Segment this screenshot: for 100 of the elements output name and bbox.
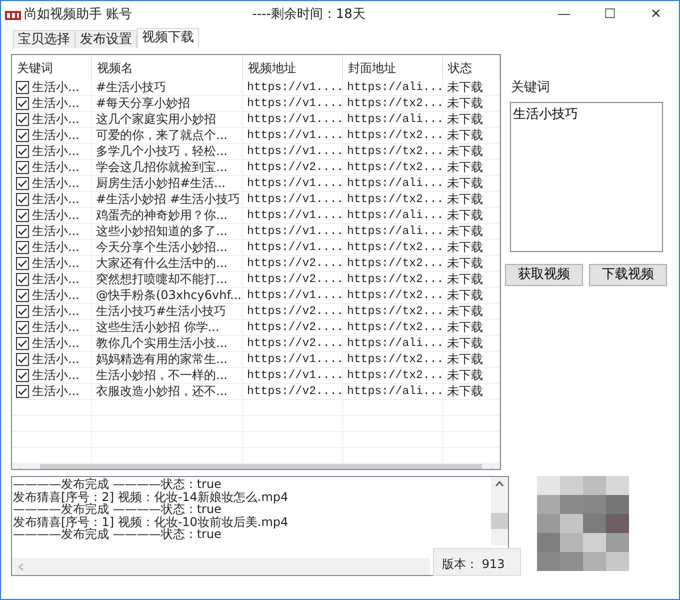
table-cell: 教你几个实用生活小技... (96, 336, 228, 351)
table-cell: https://v1.... (247, 112, 344, 127)
checkbox[interactable] (16, 369, 29, 382)
checkbox[interactable] (16, 241, 29, 254)
table-cell: https://ali... (347, 176, 444, 191)
column-header[interactable]: 封面地址 (343, 55, 443, 81)
table-cell: https://v1.... (247, 128, 344, 143)
checkbox[interactable] (16, 257, 29, 270)
table-cell: https://v1.... (247, 352, 344, 367)
table-cell: https://v2.... (247, 304, 344, 319)
checkbox[interactable] (16, 177, 29, 190)
table-cell: https://ali... (347, 80, 444, 95)
table-cell: https://v1.... (247, 288, 344, 303)
checkbox[interactable] (16, 209, 29, 222)
table-cell: https://v1.... (247, 192, 344, 207)
column-header[interactable]: 视频地址 (243, 55, 343, 81)
table-cell: 生活小... (32, 96, 80, 111)
table-cell: 今天分享个生活小妙招... (96, 240, 228, 255)
table-cell: 未下载 (447, 192, 483, 207)
table-cell: https://v1.... (247, 144, 344, 159)
checkbox[interactable] (16, 161, 29, 174)
table-cell: 未下载 (447, 288, 483, 303)
table-cell: 生活小... (32, 336, 80, 351)
table-cell: 生活小... (32, 368, 80, 383)
table-cell: 生活小... (32, 288, 80, 303)
maximize-button[interactable]: ☐ (587, 1, 633, 28)
checkbox[interactable] (16, 273, 29, 286)
checkbox[interactable] (16, 289, 29, 302)
table-cell: https://tx2... (347, 272, 444, 287)
table-cell: 生活小... (32, 384, 80, 399)
version-label: 版本： 913 (433, 548, 521, 576)
table-cell: 生活小... (32, 240, 80, 255)
table-cell: 生活小... (32, 224, 80, 239)
table-cell: 未下载 (447, 384, 483, 399)
table-cell: 生活小妙招，不一样的... (96, 368, 228, 383)
table-cell: https://tx2... (347, 256, 444, 271)
table-cell: 未下载 (447, 224, 483, 239)
table-cell: 未下载 (447, 368, 483, 383)
table-cell: 多学几个小技巧，轻松... (96, 144, 228, 159)
checkbox[interactable] (16, 113, 29, 126)
table-cell: 生活小... (32, 320, 80, 335)
table-cell: https://ali... (347, 224, 444, 239)
checkbox[interactable] (16, 225, 29, 238)
checkbox[interactable] (16, 145, 29, 158)
table-cell: https://ali... (347, 208, 444, 223)
table-cell: 生活小... (32, 304, 80, 319)
table-cell: #每天分享小妙招 (96, 96, 190, 111)
table-cell: 未下载 (447, 80, 483, 95)
table-cell: https://v1.... (247, 224, 344, 239)
checkbox[interactable] (16, 353, 29, 366)
action-button[interactable]: 下载视频 (589, 264, 667, 286)
checkbox[interactable] (16, 97, 29, 110)
table-cell: https://tx2... (347, 96, 444, 111)
table-cell: https://tx2... (347, 192, 444, 207)
checkbox[interactable] (16, 129, 29, 142)
tab[interactable]: 视频下载 (137, 28, 199, 48)
table-cell: 未下载 (447, 352, 483, 367)
table-cell: https://tx2... (347, 320, 444, 335)
table-cell: 衣服改造小妙招，还不... (96, 384, 228, 399)
table-cell: 生活小... (32, 80, 80, 95)
checkbox[interactable] (16, 321, 29, 334)
checkbox[interactable] (16, 385, 29, 398)
keyword-field[interactable]: 生活小技巧 (510, 102, 663, 252)
app-logo-icon (5, 8, 21, 20)
window-title: 尚如视频助手 账号 (24, 6, 132, 24)
tab[interactable]: 宝贝选择 (13, 30, 75, 48)
column-header[interactable]: 状态 (443, 55, 500, 81)
table-cell: https://ali... (347, 336, 444, 351)
table-cell: #生活小技巧 (96, 80, 166, 95)
table-cell: 未下载 (447, 208, 483, 223)
checkbox[interactable] (16, 305, 29, 318)
checkbox[interactable] (16, 81, 29, 94)
vertical-scrollbar[interactable] (491, 477, 508, 545)
minimize-button[interactable]: — (541, 1, 587, 28)
table-cell: 生活小... (32, 256, 80, 271)
table-cell: 学会这几招你就捡到宝... (96, 160, 228, 175)
table-cell: https://tx2... (347, 144, 444, 159)
close-button[interactable]: ✕ (633, 1, 679, 28)
checkbox[interactable] (16, 193, 29, 206)
table-cell: 生活小... (32, 272, 80, 287)
column-header[interactable]: 视频名 (92, 55, 243, 81)
table-cell: https://v1.... (247, 176, 344, 191)
table-cell: 未下载 (447, 256, 483, 271)
checkbox[interactable] (16, 337, 29, 350)
table-cell: https://tx2... (347, 368, 444, 383)
action-button[interactable]: 获取视频 (505, 264, 583, 286)
table-cell: 未下载 (447, 272, 483, 287)
table-cell: 生活小... (32, 192, 80, 207)
table-cell: 可爱的你，来了就点个... (96, 128, 228, 143)
tab[interactable]: 发布设置 (75, 30, 137, 48)
table-cell: https://v2.... (247, 272, 344, 287)
table-cell: 未下载 (447, 336, 483, 351)
table-cell: 这些小妙招知道的多了... (96, 224, 228, 239)
table-cell: 生活小... (32, 128, 80, 143)
table-cell: https://v1.... (247, 96, 344, 111)
log-line: ————发布完成 ————状态：true (13, 503, 222, 516)
table-cell: https://v2.... (247, 336, 344, 351)
table-cell: https://v2.... (247, 256, 344, 271)
log-line: 发布猜喜[序号：2] 视频：化妆-14新娘妆怎么.mp4 (13, 490, 290, 503)
table-cell: https://v2.... (247, 384, 344, 399)
